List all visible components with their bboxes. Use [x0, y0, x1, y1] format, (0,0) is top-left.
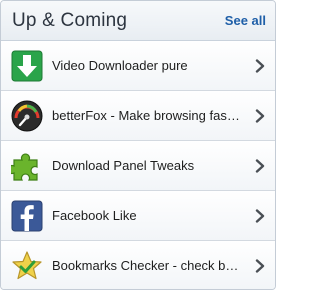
star-check-icon: [11, 250, 43, 282]
list-item-bookmarks-checker[interactable]: Bookmarks Checker - check bookmarks: [1, 241, 275, 289]
panel-header: Up & Coming See all: [1, 1, 275, 41]
chevron-right-icon: [247, 208, 265, 223]
list-item-facebook-like[interactable]: Facebook Like: [1, 191, 275, 241]
download-arrow-icon: [11, 50, 43, 82]
item-label: Video Downloader pure: [52, 58, 188, 73]
list-item-betterfox[interactable]: betterFox - Make browsing faster: [1, 91, 275, 141]
speedometer-icon: [11, 100, 43, 132]
puzzle-piece-icon: [11, 150, 43, 182]
panel-title: Up & Coming: [12, 9, 128, 31]
list-item-video-downloader[interactable]: Video Downloader pure: [1, 41, 275, 91]
chevron-right-icon: [247, 58, 265, 73]
item-label: Download Panel Tweaks: [52, 158, 195, 173]
chevron-right-icon: [247, 258, 265, 273]
up-and-coming-panel: Up & Coming See all Video Downloader pur…: [0, 0, 276, 290]
chevron-right-icon: [247, 158, 265, 173]
see-all-link[interactable]: See all: [225, 13, 266, 28]
facebook-icon: [11, 200, 43, 232]
item-label: Facebook Like: [52, 208, 137, 223]
chevron-right-icon: [247, 108, 265, 123]
item-label: betterFox - Make browsing faster: [52, 108, 241, 123]
item-label: Bookmarks Checker - check bookmarks: [52, 258, 241, 273]
list-item-download-panel-tweaks[interactable]: Download Panel Tweaks: [1, 141, 275, 191]
